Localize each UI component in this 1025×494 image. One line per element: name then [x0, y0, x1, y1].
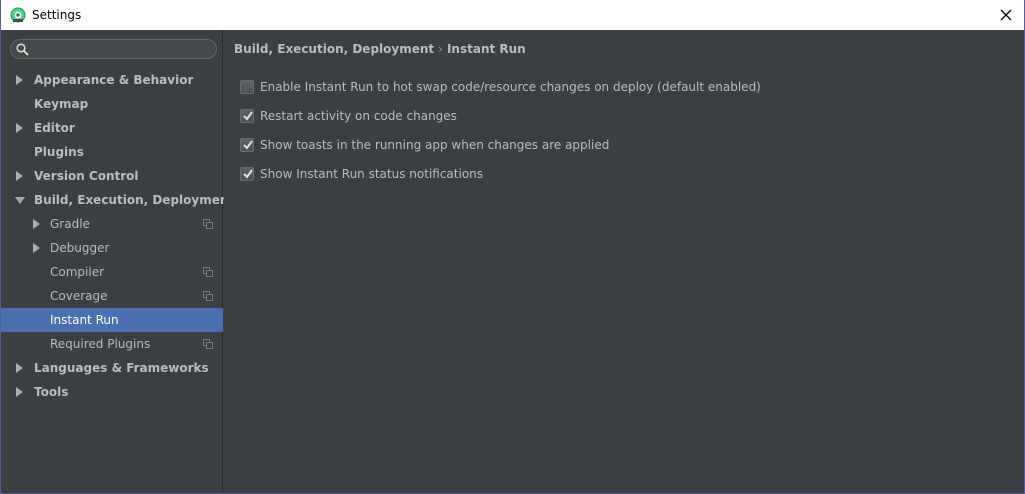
breadcrumb-current: Instant Run — [446, 42, 526, 56]
tree-item-debugger[interactable]: Debugger — [1, 236, 223, 260]
expand-arrow-icon[interactable] — [16, 75, 23, 85]
tree-item-build-execution-deployment[interactable]: Build, Execution, Deployment — [1, 188, 234, 212]
option-enable-instant-run[interactable]: Enable Instant Run to hot swap code/reso… — [240, 72, 761, 101]
option-label: Show Instant Run status notifications — [260, 166, 484, 181]
tree-item-label: Instant Run — [50, 313, 119, 327]
expand-arrow-icon[interactable] — [16, 171, 23, 181]
tree-item-languages-frameworks[interactable]: Languages & Frameworks — [1, 356, 223, 380]
tree-item-label: Tools — [34, 385, 69, 399]
title-bar: Settings — [1, 0, 1024, 30]
tree-item-label: Version Control — [34, 169, 139, 183]
tree-item-appearance[interactable]: Appearance & Behavior — [1, 68, 223, 92]
expand-arrow-icon[interactable] — [16, 123, 23, 133]
tree-item-coverage[interactable]: Coverage — [1, 284, 223, 308]
search-field[interactable] — [10, 39, 217, 59]
tree-item-label: Keymap — [34, 97, 89, 111]
option-status-notifications[interactable]: Show Instant Run status notifications — [240, 159, 761, 188]
search-icon — [16, 43, 29, 56]
expand-arrow-icon[interactable] — [16, 363, 23, 373]
tree-item-label: Languages & Frameworks — [34, 361, 209, 375]
close-button[interactable] — [997, 6, 1015, 24]
restart-activity-checkbox[interactable] — [240, 108, 254, 123]
breadcrumb-separator: › — [438, 42, 443, 56]
tree-item-label: Compiler — [50, 265, 105, 279]
checkmark-icon — [243, 168, 253, 179]
tree-item-tools[interactable]: Tools — [1, 380, 223, 404]
status-notifications-checkbox[interactable] — [240, 166, 254, 181]
tree-item-label: Plugins — [34, 145, 84, 159]
tree-item-label: Build, Execution, Deployment — [34, 193, 235, 207]
project-level-icon — [203, 267, 213, 277]
settings-tree: Appearance & Behavior Keymap Editor Plug… — [1, 68, 234, 404]
close-icon — [1000, 9, 1012, 21]
tree-item-label: Gradle — [50, 217, 90, 231]
instant-run-options: Enable Instant Run to hot swap code/reso… — [240, 72, 761, 188]
checkmark-icon — [243, 139, 253, 150]
tree-item-keymap[interactable]: Keymap — [1, 92, 223, 116]
option-label: Enable Instant Run to hot swap code/reso… — [260, 79, 761, 94]
option-restart-activity[interactable]: Restart activity on code changes — [240, 101, 761, 130]
option-label: Restart activity on code changes — [260, 108, 457, 123]
tree-item-label: Required Plugins — [50, 337, 151, 351]
search-input[interactable] — [35, 41, 210, 57]
project-level-icon — [203, 291, 213, 301]
tree-item-label: Editor — [34, 121, 75, 135]
tree-item-label: Appearance & Behavior — [34, 73, 194, 87]
tree-item-editor[interactable]: Editor — [1, 116, 223, 140]
show-toasts-checkbox[interactable] — [240, 137, 254, 152]
expand-arrow-icon[interactable] — [33, 243, 40, 253]
breadcrumb-parent: Build, Execution, Deployment — [234, 42, 435, 56]
tree-item-compiler[interactable]: Compiler — [1, 260, 223, 284]
checkmark-icon — [243, 110, 253, 121]
option-label: Show toasts in the running app when chan… — [260, 137, 610, 152]
settings-sidebar: Appearance & Behavior Keymap Editor Plug… — [1, 30, 234, 493]
tree-item-plugins[interactable]: Plugins — [1, 140, 223, 164]
settings-content-panel: Build, Execution, Deployment › Instant Run… — [224, 30, 1024, 493]
option-show-toasts[interactable]: Show toasts in the running app when chan… — [240, 130, 761, 159]
expand-arrow-icon[interactable] — [33, 219, 40, 229]
android-studio-icon — [10, 7, 26, 23]
tree-item-version-control[interactable]: Version Control — [1, 164, 223, 188]
window-title: Settings — [32, 8, 82, 22]
enable-instant-run-checkbox[interactable] — [240, 79, 254, 94]
settings-window: Settings Appearance & Behavior Keymap Ed… — [0, 0, 1025, 494]
expand-arrow-icon[interactable] — [16, 387, 23, 397]
tree-item-gradle[interactable]: Gradle — [1, 212, 223, 236]
tree-item-label: Debugger — [50, 241, 110, 255]
tree-item-label: Coverage — [50, 289, 108, 303]
project-level-icon — [203, 219, 213, 229]
breadcrumb: Build, Execution, Deployment › Instant Run — [234, 42, 526, 56]
tree-item-required-plugins[interactable]: Required Plugins — [1, 332, 223, 356]
collapse-arrow-icon[interactable] — [15, 197, 25, 204]
project-level-icon — [203, 339, 213, 349]
tree-item-instant-run[interactable]: Instant Run — [1, 308, 223, 332]
